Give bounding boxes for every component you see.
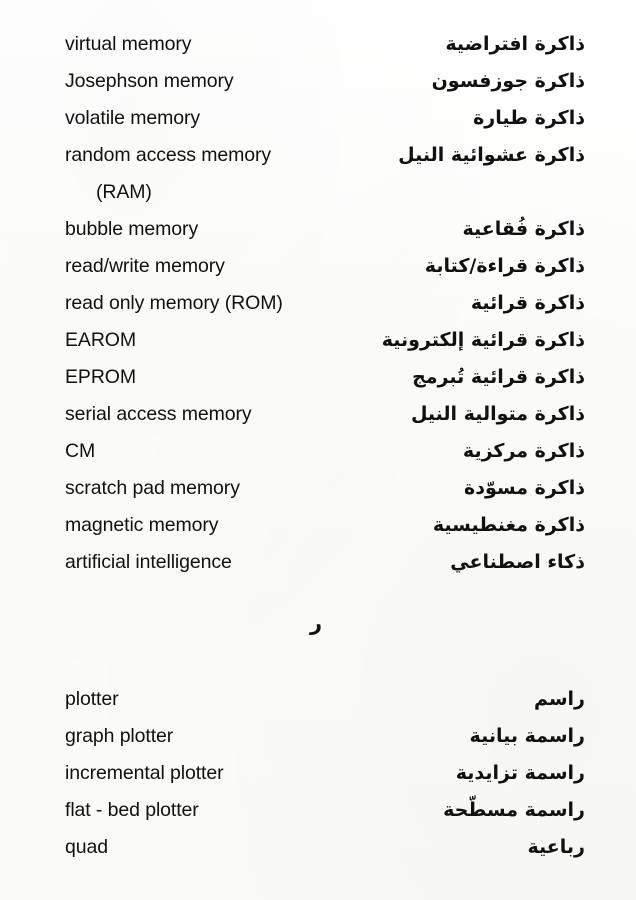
entry-term-english: quad [65,836,108,858]
entry-term-english: volatile memory [65,107,201,129]
entry-term-english: incremental plotter [65,762,224,784]
glossary-entry: artificial intelligence ذكاء اصطناعي [0,544,636,581]
glossary-entry: plotter راسم [0,681,636,718]
entry-term-english: scratch pad memory [65,477,240,499]
entry-term-english: read only memory (ROM) [65,292,283,314]
entry-term-arabic: راسمة مسطّحة [443,799,585,821]
entry-term-arabic: ذاكرة فُقاعية [462,218,585,240]
entry-term-arabic: ذاكرة مركزية [462,440,585,462]
entry-term-arabic: ذاكرة طيارة [473,107,585,129]
glossary-section-plotter: plotter راسم graph plotter راسمة بيانية … [0,681,636,866]
entry-term-arabic: ذاكرة قراءة/كتابة [424,255,585,277]
glossary-entry: EAROM ذاكرة قرائية إلكترونية [0,322,636,359]
entry-term-english-continuation: (RAM) [96,181,152,203]
entry-term-arabic: ذاكرة قرائية إلكترونية [381,329,585,351]
glossary-entry: volatile memory ذاكرة طيارة [0,100,636,137]
glossary-entry: EPROM ذاكرة قرائية تُبرمج [0,359,636,396]
entry-term-english: serial access memory [65,403,252,425]
glossary-entry: magnetic memory ذاكرة مغنطيسية [0,507,636,544]
glossary-entry: read/write memory ذاكرة قراءة/كتابة [0,248,636,285]
entry-term-english: bubble memory [65,218,199,240]
entry-term-arabic: ذاكرة افتراضية [445,33,585,55]
entry-term-english: EAROM [65,329,137,351]
entry-term-arabic: راسمة بيانية [469,725,585,747]
section-divider: ر [0,611,636,651]
glossary-entry: graph plotter راسمة بيانية [0,718,636,755]
entry-term-english: flat - bed plotter [65,799,199,821]
glossary-entry: CM ذاكرة مركزية [0,433,636,470]
glossary-body: virtual memory ذاكرة افتراضية Josephson … [0,0,636,866]
entry-term-arabic: ذكاء اصطناعي [450,551,585,573]
entry-term-english: read/write memory [65,255,225,277]
entry-term-english: random access memory [65,144,272,166]
entry-term-english: Josephson memory [65,70,234,92]
entry-term-arabic: ذاكرة قرائية [470,292,585,314]
entry-term-arabic: ذاكرة مسوّدة [464,477,585,499]
entry-term-arabic: ذاكرة قرائية تُبرمج [412,366,585,388]
entry-term-arabic: راسمة تزايدية [455,762,585,784]
glossary-entry: Josephson memory ذاكرة جوزفسون [0,63,636,100]
entry-term-english: plotter [65,688,119,710]
glossary-entry: flat - bed plotter راسمة مسطّحة [0,792,636,829]
entry-term-english: artificial intelligence [65,551,232,573]
section-divider-letter: ر [309,611,323,635]
glossary-entry: incremental plotter راسمة تزايدية [0,755,636,792]
entry-term-arabic: رباعية [527,836,585,858]
entry-term-english: virtual memory [65,33,192,55]
glossary-page: virtual memory ذاكرة افتراضية Josephson … [0,0,636,900]
entry-term-arabic: ذاكرة مغنطيسية [432,514,585,536]
entry-term-english: EPROM [65,366,137,388]
glossary-entry: read only memory (ROM) ذاكرة قرائية [0,285,636,322]
glossary-entry: scratch pad memory ذاكرة مسوّدة [0,470,636,507]
glossary-entry: quad رباعية [0,829,636,866]
glossary-section-memory: virtual memory ذاكرة افتراضية Josephson … [0,26,636,581]
glossary-entry: serial access memory ذاكرة متوالية النيل [0,396,636,433]
entry-term-english: CM [65,440,96,462]
entry-term-arabic: راسم [533,688,585,710]
entry-term-arabic: ذاكرة متوالية النيل [410,403,585,425]
entry-term-english: magnetic memory [65,514,219,536]
glossary-entry: random access memory ذاكرة عشوائية النيل [0,137,636,174]
entry-term-arabic: ذاكرة عشوائية النيل [398,144,585,166]
glossary-entry-continuation: (RAM) [0,174,636,211]
entry-term-arabic: ذاكرة جوزفسون [431,70,585,92]
glossary-entry: bubble memory ذاكرة فُقاعية [0,211,636,248]
glossary-entry: virtual memory ذاكرة افتراضية [0,26,636,63]
entry-term-english: graph plotter [65,725,174,747]
